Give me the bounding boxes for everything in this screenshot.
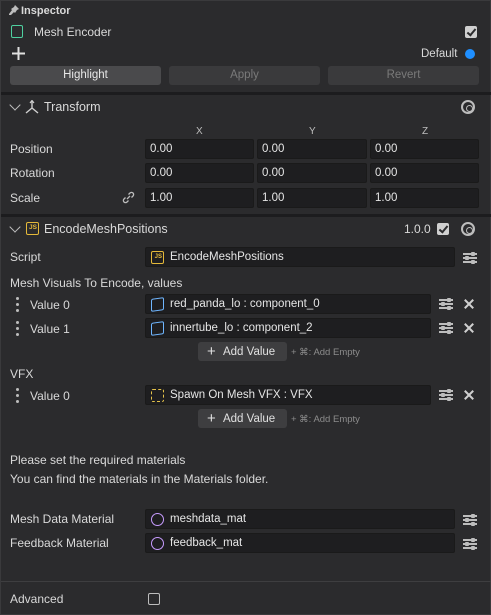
remove-item-icon[interactable] (464, 323, 474, 333)
materials-note-line-1: Please set the required materials (10, 453, 186, 467)
script-value: EncodeMeshPositions (170, 251, 284, 263)
mesh-visual-icon (151, 321, 164, 336)
script-file-icon: JS (151, 251, 164, 264)
position-x-field[interactable]: 0.00 (145, 139, 254, 159)
transform-icon (25, 99, 39, 114)
object-name: Mesh Encoder (34, 25, 112, 39)
transform-collapse-chevron[interactable] (9, 99, 21, 111)
rotation-label: Rotation (10, 166, 55, 180)
script-component-title: EncodeMeshPositions (44, 222, 168, 236)
advanced-checkbox[interactable] (148, 593, 160, 605)
axis-z-label: Z (422, 126, 429, 137)
add-value-button[interactable]: + Add Value (198, 409, 287, 428)
apply-button[interactable]: Apply (169, 66, 320, 85)
vfx-item-options-icon[interactable] (439, 389, 453, 401)
layer-color-dot (465, 49, 475, 59)
scale-z-field[interactable]: 1.00 (370, 188, 479, 208)
mesh-data-material-field[interactable]: meshdata_mat (145, 509, 455, 529)
layer-label[interactable]: Default (421, 46, 457, 62)
vfx-label: VFX (10, 367, 34, 381)
add-component-icon[interactable] (12, 47, 25, 60)
position-y-field[interactable]: 0.00 (257, 139, 367, 159)
script-label: Script (10, 250, 41, 264)
script-version: 1.0.0 (404, 222, 431, 236)
scale-y-field[interactable]: 1.00 (257, 188, 367, 208)
feedback-material-label: Feedback Material (10, 536, 109, 550)
script-field[interactable]: JS EncodeMeshPositions (145, 247, 455, 267)
drag-handle-icon[interactable] (16, 321, 19, 336)
revert-button[interactable]: Revert (328, 66, 479, 85)
mesh-item-label: Value 0 (30, 298, 70, 312)
position-label: Position (10, 142, 53, 156)
scale-label: Scale (10, 191, 41, 205)
mesh-item-value: red_panda_lo : component_0 (170, 298, 320, 310)
materials-note-line-2: You can find the materials in the Materi… (10, 472, 269, 486)
mesh-item-field[interactable]: red_panda_lo : component_0 (145, 294, 431, 314)
remove-item-icon[interactable] (464, 299, 474, 309)
mesh-item-field[interactable]: innertube_lo : component_2 (145, 318, 431, 338)
transform-settings-icon[interactable] (461, 100, 475, 114)
mesh-data-material-value: meshdata_mat (170, 513, 247, 525)
inspector-panel: Inspector Mesh Encoder Default Highlight… (0, 0, 491, 615)
rotation-y-field[interactable]: 0.00 (257, 163, 367, 183)
divider (1, 214, 491, 217)
remove-item-icon[interactable] (464, 390, 474, 400)
add-value-label: Add Value (222, 346, 276, 358)
divider (1, 581, 491, 582)
transform-title: Transform (44, 100, 101, 114)
position-z-field[interactable]: 0.00 (370, 139, 479, 159)
plus-icon: + (207, 343, 216, 360)
link-icon[interactable] (122, 191, 135, 204)
axis-x-label: X (196, 126, 203, 137)
advanced-label: Advanced (10, 592, 64, 606)
vfx-item-label: Value 0 (30, 389, 70, 403)
scene-object-icon (11, 25, 23, 38)
plus-icon: + (207, 410, 216, 427)
pin-icon[interactable] (9, 4, 19, 15)
vfx-item-value: Spawn On Mesh VFX : VFX (170, 389, 313, 401)
vfx-item-field[interactable]: Spawn On Mesh VFX : VFX (145, 385, 431, 405)
feedback-material-options-icon[interactable] (463, 538, 477, 550)
mesh-data-material-label: Mesh Data Material (10, 512, 115, 526)
axis-y-label: Y (309, 126, 316, 137)
highlight-button[interactable]: Highlight (10, 66, 161, 85)
drag-handle-icon[interactable] (16, 388, 19, 403)
script-component-icon: JS (26, 222, 39, 235)
material-icon (151, 513, 164, 526)
rotation-z-field[interactable]: 0.00 (370, 163, 479, 183)
script-settings-icon[interactable] (461, 222, 475, 236)
mesh-item-options-icon[interactable] (439, 322, 453, 334)
script-collapse-chevron[interactable] (9, 221, 21, 233)
object-enabled-checkbox[interactable] (465, 26, 477, 38)
feedback-material-value: feedback_mat (170, 537, 243, 549)
mesh-item-value: innertube_lo : component_2 (170, 322, 313, 334)
mesh-visual-icon (151, 297, 164, 312)
mesh-visuals-label: Mesh Visuals To Encode, values (10, 276, 183, 290)
add-empty-hint: + ⌘: Add Empty (291, 347, 360, 358)
add-empty-hint: + ⌘: Add Empty (291, 414, 360, 425)
script-options-icon[interactable] (463, 252, 477, 264)
mesh-data-material-options-icon[interactable] (463, 514, 477, 526)
script-enabled-checkbox[interactable] (437, 223, 449, 235)
mesh-item-label: Value 1 (30, 322, 70, 336)
divider (1, 92, 491, 95)
feedback-material-field[interactable]: feedback_mat (145, 533, 455, 553)
rotation-x-field[interactable]: 0.00 (145, 163, 254, 183)
scale-x-field[interactable]: 1.00 (145, 188, 254, 208)
panel-title: Inspector (21, 5, 71, 17)
add-value-label: Add Value (222, 413, 276, 425)
add-value-button[interactable]: + Add Value (198, 342, 287, 361)
vfx-asset-icon (151, 389, 164, 402)
material-icon (151, 537, 164, 550)
drag-handle-icon[interactable] (16, 297, 19, 312)
mesh-item-options-icon[interactable] (439, 298, 453, 310)
